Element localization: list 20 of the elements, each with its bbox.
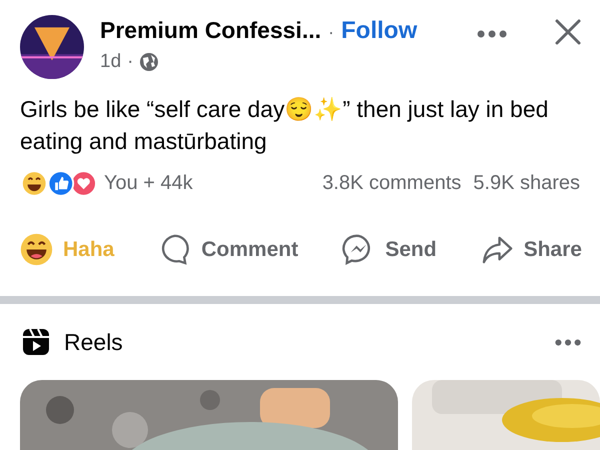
more-icon[interactable]	[554, 338, 582, 346]
reaction-count[interactable]: You + 44k	[104, 172, 193, 195]
comment-count[interactable]: 3.8K comments	[322, 172, 462, 195]
close-icon[interactable]	[554, 18, 582, 46]
share-count[interactable]: 5.9K shares	[473, 172, 580, 195]
page-name[interactable]: Premium Confessi...	[100, 17, 322, 44]
follow-link[interactable]: Follow	[341, 17, 418, 45]
post-text: Girls be like “self care day😌✨” then just lay in bed eating and mastūrbating	[20, 95, 550, 156]
reels-title: Reels	[64, 328, 123, 356]
more-icon[interactable]	[476, 29, 508, 39]
separator-dot: ·	[127, 51, 134, 73]
separator-dot: ·	[328, 22, 334, 43]
send-button[interactable]: Send	[342, 227, 437, 272]
share-button[interactable]: Share	[480, 227, 582, 272]
globe-icon	[139, 52, 160, 72]
laughing-face-icon	[20, 233, 53, 266]
comment-button[interactable]: Comment	[158, 227, 298, 272]
post-time: 1d	[100, 51, 122, 73]
reaction-icons[interactable]	[20, 170, 96, 197]
reels-icon	[22, 328, 50, 356]
